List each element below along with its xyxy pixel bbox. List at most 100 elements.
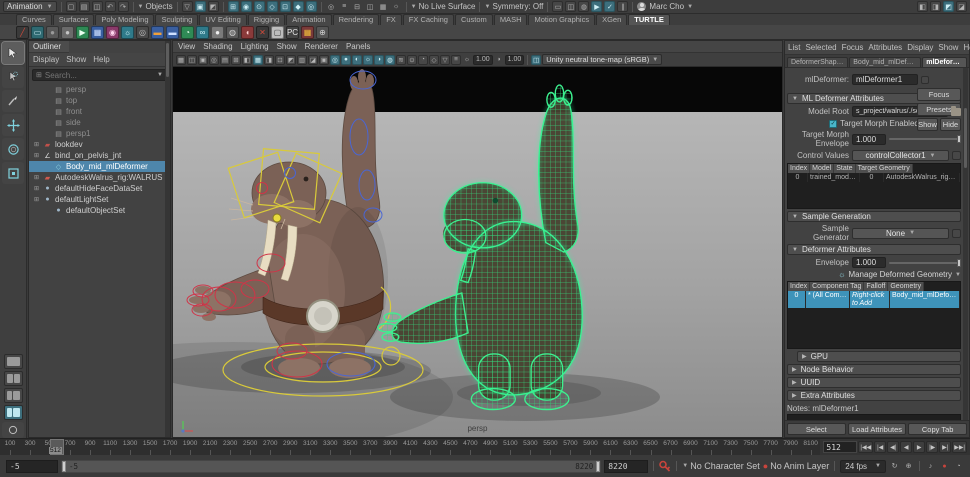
outliner-item-top[interactable]: ▤ top xyxy=(29,95,170,106)
shelf-sphere-icon[interactable]: ● xyxy=(46,25,59,39)
multisample-icon[interactable]: ⊙ xyxy=(407,54,417,65)
outliner-item-default-object-set[interactable]: ● defaultObjectSet xyxy=(29,205,170,216)
attribute-editor-menu-item[interactable]: Show xyxy=(938,43,958,52)
safe-action-icon[interactable]: ◪ xyxy=(308,54,318,65)
expand-toggle[interactable]: ⊞ xyxy=(33,174,40,181)
shelf-tab[interactable]: Sculpting xyxy=(155,14,199,25)
save-scene-icon[interactable]: ◫ xyxy=(91,1,103,12)
column-header[interactable]: State xyxy=(834,164,856,173)
outliner-scrollbar[interactable] xyxy=(165,41,170,437)
bookmarks-icon[interactable]: ◎ xyxy=(209,54,219,65)
layout-outliner-persp-button[interactable] xyxy=(3,405,23,420)
select-hierarchy-mask-icon[interactable]: ▽ xyxy=(181,1,193,12)
attribute-editor-menu-item[interactable]: Help xyxy=(963,43,970,52)
outliner-item-front[interactable]: ▤ front xyxy=(29,106,170,117)
sample-generator-dropdown[interactable]: None ▼ xyxy=(852,227,949,239)
shelf-tab[interactable]: FX Caching xyxy=(402,14,454,25)
playback-loop-icon[interactable]: ↻ xyxy=(889,461,900,472)
shelf-tab[interactable]: Animation xyxy=(286,14,332,25)
attribute-editor-menu-item[interactable]: Display xyxy=(907,43,933,52)
hide-button[interactable]: Hide xyxy=(940,118,961,131)
redo-icon[interactable]: ↷ xyxy=(117,1,129,12)
output-connections-icon[interactable]: ≡ xyxy=(339,1,350,12)
geometry-table-row[interactable]: 0 * (All Compone... Right-click to Add B… xyxy=(788,291,960,309)
viewport-canvas[interactable]: persp xyxy=(173,67,782,437)
outliner-menu-item[interactable]: Display xyxy=(33,55,59,64)
shelf-shaded-sphere-icon[interactable]: ● xyxy=(61,25,74,39)
target-morph-envelope-field[interactable]: 1.000 xyxy=(852,133,886,145)
step-back-frame-button[interactable]: |◀ xyxy=(874,441,887,453)
layout-four-pane-button[interactable] xyxy=(3,371,23,386)
launch-render-view-icon[interactable]: ▶ xyxy=(591,1,603,12)
field-chart-icon[interactable]: ▥ xyxy=(297,54,307,65)
attribute-editor-tab[interactable]: Body_mid_mlDeformerShapeOrig1 xyxy=(849,57,922,67)
outliner-item-body-mid-mldeformer[interactable]: ◇ Body_mid_mlDeformer xyxy=(29,161,170,172)
shelf-open-box-icon[interactable]: ▢ xyxy=(271,25,284,39)
shaded-icon[interactable]: ● xyxy=(341,54,351,65)
scale-tool[interactable] xyxy=(2,162,24,184)
shelf-disc-icon[interactable]: ◎ xyxy=(136,25,149,39)
envelope-field[interactable]: 1.000 xyxy=(852,257,886,268)
focus-button[interactable]: Focus xyxy=(917,88,961,101)
gamma-icon[interactable]: ◑ xyxy=(494,55,504,65)
shelf-tab[interactable]: MASH xyxy=(493,14,528,25)
render-frame-icon[interactable]: ▦ xyxy=(378,1,389,12)
show-button[interactable]: Show xyxy=(917,118,938,131)
viewport-menu-item[interactable]: Panels xyxy=(346,42,370,51)
shelf-tab[interactable]: Curves xyxy=(16,14,52,25)
gate-mask-icon[interactable]: ◩ xyxy=(286,54,296,65)
symmetry-dropdown[interactable]: ▼ Symmetry: Off xyxy=(484,2,543,11)
column-header[interactable]: Index xyxy=(788,282,811,291)
column-header[interactable]: Index xyxy=(788,164,811,173)
color-management-icon[interactable]: ◫ xyxy=(531,54,542,65)
input-connections-icon[interactable]: ◎ xyxy=(326,1,337,12)
section-deformer-attributes[interactable]: ▼ Deformer Attributes xyxy=(787,244,961,255)
attribute-editor-menu-item[interactable]: Attributes xyxy=(868,43,902,52)
column-header[interactable]: Falloff xyxy=(864,282,889,291)
shelf-tab[interactable]: FX xyxy=(380,14,402,25)
snap-to-projected-center-icon[interactable]: ◇ xyxy=(266,1,278,12)
no-live-surface-dropdown[interactable]: ▼ No Live Surface xyxy=(411,2,476,11)
footer-button[interactable]: Load Attributes xyxy=(847,423,907,435)
paint-select-tool[interactable] xyxy=(2,90,24,112)
grid-toggle-icon[interactable]: ▦ xyxy=(253,54,263,65)
toggle-xgen-icon[interactable]: ✓ xyxy=(604,1,616,12)
select-tool[interactable] xyxy=(1,41,25,65)
shelf-pc-export-icon[interactable]: PC xyxy=(286,25,299,39)
attribute-editor-menu-item[interactable]: Selected xyxy=(805,43,836,52)
connection-box-icon[interactable] xyxy=(952,151,961,160)
play-backwards-button[interactable]: ◀ xyxy=(900,441,913,453)
node-name-field[interactable]: mlDeformer1 xyxy=(852,74,918,85)
range-end-handle[interactable] xyxy=(596,460,601,472)
render-sequence-icon[interactable]: ◍ xyxy=(578,1,590,12)
snap-magnet-icon[interactable]: ◎ xyxy=(305,1,317,12)
target-morph-envelope-slider[interactable] xyxy=(889,135,961,143)
animation-start-field[interactable]: -5 xyxy=(6,459,58,473)
step-back-key-button[interactable]: ◀| xyxy=(887,441,900,453)
model-table-row[interactable]: 0 trained_model_002 0 AutodeskWalrus_rig… xyxy=(788,173,960,182)
select-component-mask-icon[interactable]: ◩ xyxy=(207,1,219,12)
shelf-delete-icon[interactable]: ✕ xyxy=(256,25,269,39)
section-sample-generation[interactable]: ▼ Sample Generation xyxy=(787,211,961,222)
outliner-menu-item[interactable]: Show xyxy=(66,55,86,64)
shadows-icon[interactable]: ◑ xyxy=(374,54,384,65)
shelf-tab[interactable]: Rendering xyxy=(332,14,380,25)
ipr-render-icon[interactable]: ☼ xyxy=(391,1,402,12)
outliner-panel-tab[interactable]: Outliner xyxy=(29,41,70,53)
collapsed-section-bar[interactable]: ▶ UUID xyxy=(787,377,961,389)
column-header[interactable]: Component Tag xyxy=(810,282,865,291)
column-header[interactable]: Model xyxy=(810,164,835,173)
outliner-item-persp1[interactable]: ▤ persp1 xyxy=(29,128,170,139)
shelf-tool-icon[interactable]: ⊕ xyxy=(316,25,329,39)
go-to-start-button[interactable]: |◀◀ xyxy=(858,441,874,453)
go-to-end-button[interactable]: ▶▶| xyxy=(952,441,967,453)
outliner-item-side[interactable]: ▤ side xyxy=(29,117,170,128)
tone-map-dropdown[interactable]: Unity neutral tone-map (sRGB) ▼ xyxy=(542,54,663,65)
shelf-tab[interactable]: XGen xyxy=(596,14,628,25)
cached-playback-icon[interactable]: ◔ xyxy=(953,461,964,472)
select-camera-icon[interactable]: ▦ xyxy=(176,54,186,65)
footer-button[interactable]: Select xyxy=(787,423,846,435)
snap-to-point-icon[interactable]: ⊙ xyxy=(253,1,265,12)
viewport-menu-item[interactable]: Show xyxy=(277,42,297,51)
modeling-toolkit-toggle[interactable]: ◧ xyxy=(917,1,928,12)
